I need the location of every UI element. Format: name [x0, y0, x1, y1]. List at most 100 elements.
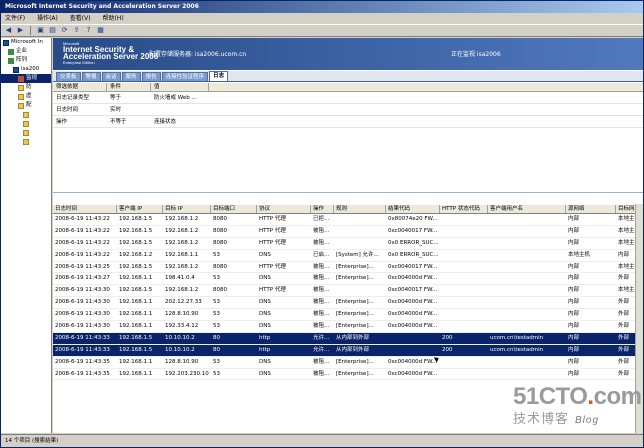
- log-cell: 192.168.1.1: [119, 299, 153, 306]
- log-cell: DNS: [259, 275, 271, 282]
- log-cell: 53: [213, 275, 220, 282]
- log-cell: 8080: [213, 216, 227, 222]
- log-cell: 被阻...: [313, 370, 330, 377]
- tree-item[interactable]: 监视: [1, 74, 51, 83]
- help-icon[interactable]: ?: [84, 26, 93, 35]
- tree-item[interactable]: 配: [1, 101, 51, 110]
- log-column-header[interactable]: 日志时间: [53, 205, 117, 213]
- log-cell: 0x80074e20 FW...: [388, 216, 438, 222]
- log-cell: [334, 214, 386, 225]
- properties-icon[interactable]: ▦: [96, 26, 105, 35]
- tree-item[interactable]: 企业: [1, 47, 51, 56]
- tab-1[interactable]: 警报: [81, 72, 101, 81]
- watermark-blog: Blog: [575, 415, 600, 426]
- log-row[interactable]: 2008-6-19 11:43:30 192.168.1.5 192.168.1.2…: [53, 285, 643, 298]
- back-icon[interactable]: ◀: [4, 26, 13, 35]
- log-cell: DNS: [259, 370, 271, 377]
- tab-0[interactable]: 仪表板: [56, 72, 81, 81]
- tree-item[interactable]: 阵列: [1, 56, 51, 65]
- log-cell: 被阻...: [313, 239, 330, 246]
- log-cell: 192.168.1.2: [165, 263, 199, 270]
- filter-row[interactable]: 日志时间 实时: [53, 104, 643, 116]
- log-cell: 53: [213, 358, 220, 365]
- menu-action[interactable]: 操作(A): [37, 15, 58, 22]
- tree-item[interactable]: [1, 128, 51, 137]
- log-column-header[interactable]: 规则: [334, 205, 386, 213]
- log-row[interactable]: 2008-6-19 11:43:22 192.168.1.5 192.168.1.2…: [53, 214, 643, 226]
- filter-cell: 日志记录类型: [56, 95, 90, 101]
- log-cell: [488, 285, 566, 296]
- tree-item[interactable]: [1, 110, 51, 119]
- log-column-header[interactable]: 目标 IP: [163, 205, 211, 213]
- log-row[interactable]: 2008-6-19 11:43:35 192.168.1.1 192.203.230…: [53, 369, 643, 381]
- menu-file[interactable]: 文件(F): [5, 15, 25, 22]
- tree-item[interactable]: [1, 137, 51, 146]
- log-row[interactable]: 2008-6-19 11:43:25 192.168.1.5 192.168.1.2…: [53, 262, 643, 274]
- log-cell: 192.168.1.1: [119, 311, 153, 318]
- log-row[interactable]: 2008-6-19 11:43:30 192.168.1.1 128.8.10.90…: [53, 309, 643, 322]
- log-cell: 192.168.1.5: [119, 216, 153, 222]
- log-row[interactable]: 2008-6-19 11:43:22 192.168.1.5 192.168.1.2…: [53, 226, 643, 238]
- filter-row[interactable]: 日志记录类型 等于 防火墙或 Web ...: [53, 92, 643, 104]
- log-row[interactable]: 2008-6-19 11:43:27 192.168.1.1 198.41.0.4 5…: [53, 273, 643, 286]
- folder-icon: [18, 93, 24, 100]
- menu-help[interactable]: 帮助(H): [103, 15, 124, 22]
- log-column-header[interactable]: 客户端 IP: [117, 205, 163, 213]
- filter-cell: 操作: [56, 119, 68, 125]
- log-row[interactable]: 2008-6-19 11:43:33 192.168.1.5 10.10.10.2 8…: [53, 332, 643, 345]
- log-column-header[interactable]: 客户端用户名: [488, 205, 566, 213]
- log-cell: 192.168.1.5: [119, 239, 153, 246]
- log-row[interactable]: 2008-6-19 11:43:33 192.168.1.5 10.10.10.2 8…: [53, 344, 643, 357]
- forward-icon[interactable]: ▶: [16, 26, 25, 35]
- filter-cell: 等于: [110, 95, 122, 101]
- log-cell: 192.168.1.2: [165, 216, 199, 222]
- log-cell: 192.168.1.5: [119, 263, 153, 270]
- export-icon[interactable]: ⇪: [72, 26, 81, 35]
- log-row[interactable]: 2008-6-19 11:43:22 192.168.1.5 192.168.1.2…: [53, 238, 643, 250]
- up-folder-icon[interactable]: ▣: [36, 26, 45, 35]
- menu-view[interactable]: 查看(V): [70, 15, 91, 22]
- filter-header-value[interactable]: 值: [151, 83, 209, 91]
- log-column-header[interactable]: HTTP 状态代码: [440, 205, 488, 213]
- log-cell: 192.168.1.1: [119, 275, 153, 282]
- log-row[interactable]: 2008-6-19 11:43:22 192.168.1.2 192.168.1.1…: [53, 250, 643, 262]
- navigation-tree: Microsoft In 企业 阵列 isa200 监视防虚配: [1, 38, 52, 433]
- log-column-header[interactable]: 源网络: [566, 205, 616, 213]
- log-cell: [488, 250, 566, 261]
- show-tree-icon[interactable]: ▤: [48, 26, 57, 35]
- log-cell: 2008-6-19 11:43:22: [55, 251, 110, 258]
- log-cell: [Enterprise]...: [336, 358, 374, 365]
- tab-4[interactable]: 报告: [141, 72, 161, 81]
- tree-item[interactable]: 虚: [1, 92, 51, 101]
- log-cell: 允许...: [313, 346, 330, 353]
- tree-item[interactable]: [1, 119, 51, 128]
- log-row[interactable]: 2008-6-19 11:43:35 192.168.1.1 128.8.10.90…: [53, 357, 643, 369]
- tree-item-label: 配: [26, 102, 32, 108]
- log-column-header[interactable]: 操作: [311, 205, 334, 213]
- toolbar-separator: [30, 26, 31, 35]
- log-column-header[interactable]: 协议: [257, 205, 311, 213]
- log-row[interactable]: 2008-6-19 11:43:30 192.168.1.1 202.12.27.3…: [53, 297, 643, 310]
- log-column-header[interactable]: 目标端口: [211, 205, 257, 213]
- log-row[interactable]: 2008-6-19 11:43:30 192.168.1.1 192.33.4.12…: [53, 321, 643, 333]
- log-cell: 192.33.4.12: [165, 323, 199, 330]
- log-cell: 8080: [213, 227, 227, 234]
- log-cell: 192.168.1.2: [165, 227, 199, 234]
- tab-6[interactable]: 日志: [209, 71, 229, 81]
- filter-header-condition[interactable]: 条件: [107, 83, 151, 91]
- filter-row[interactable]: 操作 不等于 连接状态: [53, 116, 643, 128]
- log-cell: 192.168.1.1: [165, 251, 199, 258]
- log-column-header[interactable]: 结果代码: [386, 205, 440, 213]
- refresh-icon[interactable]: ⟳: [60, 26, 69, 35]
- log-cell: 内部: [568, 239, 580, 246]
- log-cell: [386, 333, 440, 344]
- log-cell: 192.203.230.10: [165, 370, 209, 377]
- tab-3[interactable]: 服务: [121, 72, 141, 81]
- tree-item[interactable]: isa200: [1, 65, 51, 74]
- log-cell: [488, 309, 566, 320]
- filter-header-field[interactable]: 筛选依据: [53, 83, 107, 91]
- tree-item[interactable]: 防: [1, 83, 51, 92]
- tab-5[interactable]: 连接性验证程序: [161, 72, 209, 81]
- tab-2[interactable]: 会话: [101, 72, 121, 81]
- tree-item[interactable]: Microsoft In: [1, 38, 51, 47]
